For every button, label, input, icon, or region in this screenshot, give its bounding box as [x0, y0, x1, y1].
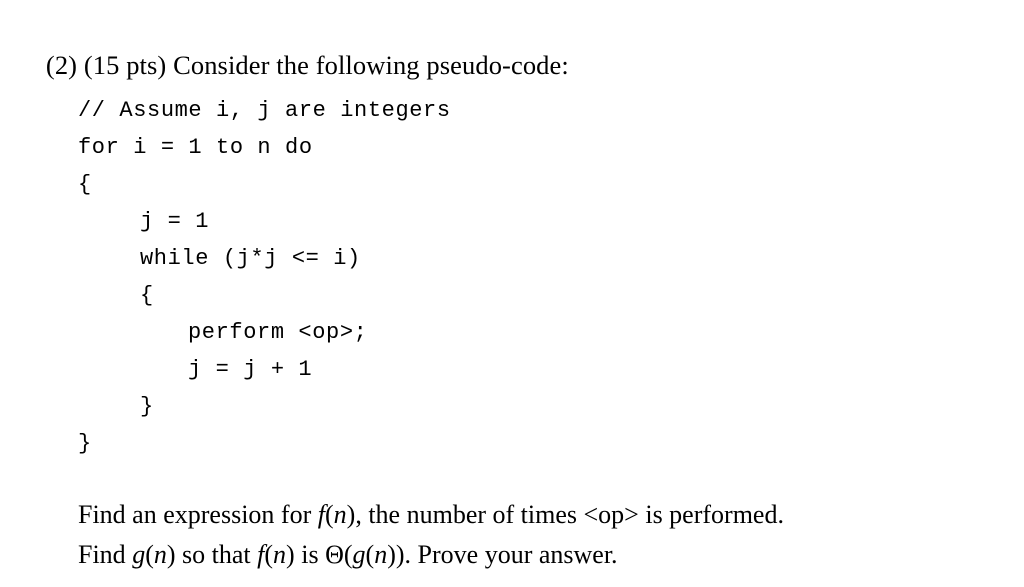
math-paren-close: ): [286, 540, 295, 569]
code-line: {: [78, 172, 92, 197]
closing-text-1a: Find an expression for: [78, 500, 318, 529]
closing-text-2a: Find: [78, 540, 133, 569]
math-paren-open: (: [365, 540, 375, 569]
math-g: g: [352, 540, 366, 569]
question-number: (2): [45, 50, 78, 80]
closing-text-2c: is: [294, 540, 326, 569]
closing-text-2d: . Prove your answer.: [404, 540, 618, 569]
code-line: perform <op>;: [188, 320, 368, 345]
math-g: g: [132, 540, 146, 569]
closing-text-1c: is performed.: [638, 500, 784, 529]
question-prompt: Consider the following pseudo-code:: [173, 50, 569, 80]
code-line: while (j*j <= i): [140, 246, 361, 271]
theta-symbol: Θ: [325, 540, 344, 569]
code-line: for i = 1 to n do: [78, 135, 313, 160]
closing-line-1: Find an expression for f(n), the number …: [78, 495, 1018, 535]
math-paren-close: ): [387, 540, 396, 569]
math-var-n: n: [273, 540, 287, 569]
code-line: }: [140, 394, 154, 419]
code-line: {: [140, 283, 154, 308]
code-line: j = j + 1: [188, 357, 313, 382]
closing-text-2b: so that: [175, 540, 258, 569]
math-paren-open: (: [324, 500, 334, 529]
document-page: (2) (15 pts) Consider the following pseu…: [0, 0, 1024, 587]
question-points: (15 pts): [83, 50, 167, 80]
math-f: f: [317, 500, 325, 529]
code-line: // Assume i, j are integers: [78, 98, 451, 123]
math-paren-close: ): [395, 540, 405, 569]
code-line: }: [78, 431, 92, 456]
math-paren-open: (: [343, 540, 353, 569]
code-line: j = 1: [140, 209, 210, 234]
closing-text-1b: , the number of times: [355, 500, 584, 529]
closing-line-2: Find g(n) so that f(n) is Θ(g(n)). Prove…: [78, 535, 1018, 575]
math-paren-close: ): [166, 540, 176, 569]
op-placeholder: <op>: [583, 500, 639, 529]
math-paren-open: (: [145, 540, 154, 569]
closing-instructions: Find an expression for f(n), the number …: [78, 495, 1018, 575]
math-var-n: n: [333, 500, 347, 529]
math-var-n: n: [153, 540, 167, 569]
math-paren-open: (: [264, 540, 274, 569]
pseudocode-block: // Assume i, j are integers for i = 1 to…: [78, 92, 451, 462]
math-var-n: n: [374, 540, 388, 569]
